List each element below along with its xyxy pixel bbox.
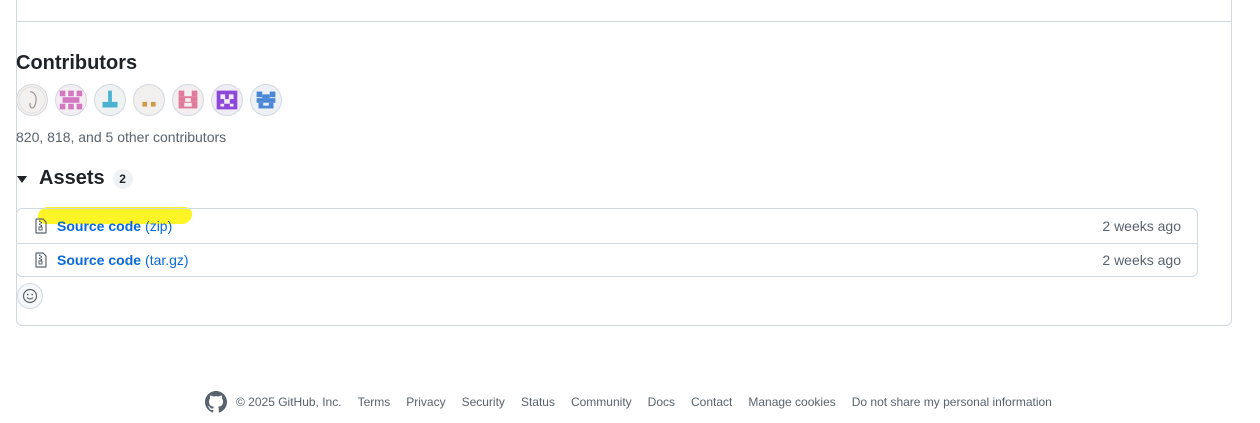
release-card xyxy=(16,0,1232,326)
footer-copyright: © 2025 GitHub, Inc. xyxy=(236,395,342,409)
assets-heading: Assets xyxy=(39,167,105,189)
footer-link-contact[interactable]: Contact xyxy=(691,395,732,409)
contributors-summary: 820, 818, and 5 other contributors xyxy=(16,129,227,145)
section-divider xyxy=(17,21,1231,22)
assets-count-badge: 2 xyxy=(112,168,133,189)
asset-time: 2 weeks ago xyxy=(1102,252,1181,268)
asset-ext-zip[interactable]: (zip) xyxy=(145,218,172,234)
contributors-heading: Contributors xyxy=(16,52,138,74)
footer-link-terms[interactable]: Terms xyxy=(358,395,391,409)
asset-row-targz: Source code (tar.gz) 2 weeks ago xyxy=(17,243,1197,276)
avatar-7[interactable] xyxy=(250,84,282,116)
assets-toggle[interactable]: Assets 2 xyxy=(16,167,133,190)
asset-row-zip: Source code (zip) 2 weeks ago xyxy=(17,209,1197,242)
footer-link-privacy[interactable]: Privacy xyxy=(406,395,445,409)
github-logo-icon[interactable] xyxy=(205,391,227,413)
avatar-5[interactable] xyxy=(172,84,204,116)
asset-ext-targz[interactable]: (tar.gz) xyxy=(145,252,189,268)
source-code-zip-link[interactable]: Source code xyxy=(57,218,141,234)
smiley-icon xyxy=(22,288,38,304)
add-reaction-button[interactable] xyxy=(17,283,43,309)
asset-time: 2 weeks ago xyxy=(1102,217,1181,234)
file-zip-icon xyxy=(35,252,47,268)
caret-down-icon xyxy=(17,175,27,183)
footer-link-manage-cookies[interactable]: Manage cookies xyxy=(748,395,835,409)
avatar-3[interactable] xyxy=(94,84,126,116)
footer-link-status[interactable]: Status xyxy=(521,395,555,409)
footer-link-do-not-share[interactable]: Do not share my personal information xyxy=(852,395,1052,409)
avatar-2[interactable] xyxy=(55,84,87,116)
avatar-6[interactable] xyxy=(211,84,243,116)
footer-link-security[interactable]: Security xyxy=(462,395,505,409)
avatar-4[interactable] xyxy=(133,84,165,116)
source-code-targz-link[interactable]: Source code xyxy=(57,252,141,268)
site-footer: © 2025 GitHub, Inc. Terms Privacy Securi… xyxy=(205,391,1068,413)
file-zip-icon xyxy=(35,217,47,234)
assets-list: Source code (zip) 2 weeks ago Source cod… xyxy=(16,208,1198,277)
footer-link-community[interactable]: Community xyxy=(571,395,632,409)
footer-link-docs[interactable]: Docs xyxy=(648,395,675,409)
avatar-1[interactable] xyxy=(16,84,48,116)
contributor-avatars xyxy=(16,84,282,116)
